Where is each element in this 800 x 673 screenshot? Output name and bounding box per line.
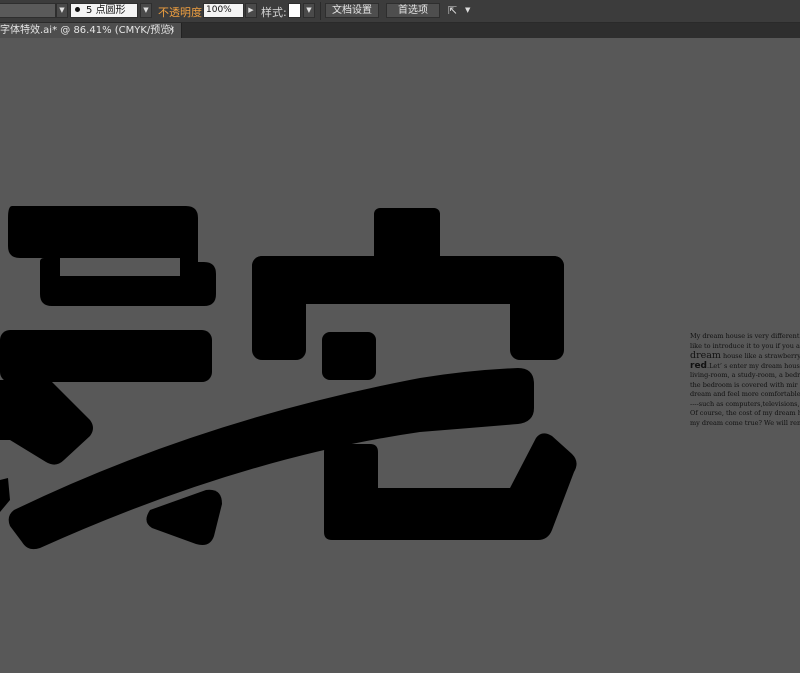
divider bbox=[320, 2, 321, 20]
text-line: ----such as computers,televisions, t bbox=[690, 399, 800, 408]
text-line: the bedroom is covered with mir bbox=[690, 380, 798, 389]
document-tab-strip: 字体特效.ai* @ 86.41% (CMYK/预览) × bbox=[0, 23, 800, 38]
document-tab-title: 字体特效.ai* @ 86.41% (CMYK/预览) bbox=[0, 25, 175, 36]
brush-dropdown[interactable]: 5 点圆形 bbox=[70, 3, 138, 18]
glyph-left-mid bbox=[0, 330, 212, 382]
glyph-right-inner bbox=[322, 332, 376, 380]
fill-dropdown-arrow[interactable]: ▼ bbox=[56, 3, 68, 18]
document-tab[interactable]: 字体特效.ai* @ 86.41% (CMYK/预览) × bbox=[0, 23, 182, 38]
arrange-icon[interactable]: ⇱ bbox=[448, 4, 457, 17]
close-icon[interactable]: × bbox=[167, 23, 175, 38]
text-line: living-room, a study-room, a bedr bbox=[690, 371, 800, 379]
style-dropdown-arrow[interactable]: ▼ bbox=[303, 3, 315, 18]
lettering-artwork[interactable] bbox=[0, 39, 800, 673]
glyph-left-low bbox=[0, 380, 93, 465]
text-line-rest: house like a strawberry bbox=[720, 352, 800, 360]
text-line: my dream come true? We will rema bbox=[690, 418, 800, 427]
brush-dropdown-arrow[interactable]: ▼ bbox=[140, 3, 152, 18]
text-line: My dream house is very different bbox=[690, 332, 800, 340]
fill-dropdown[interactable] bbox=[0, 3, 56, 18]
glyph-right-base bbox=[324, 433, 577, 540]
preferences-button[interactable]: 首选项 bbox=[386, 3, 440, 18]
artboard-text-block[interactable]: My dream house is very different like to… bbox=[690, 332, 800, 428]
text-word-dream: dream bbox=[690, 350, 721, 361]
style-label: 样式: bbox=[261, 6, 287, 19]
text-word-red: red bbox=[690, 360, 707, 371]
artboard-canvas[interactable]: My dream house is very different like to… bbox=[0, 39, 800, 673]
glyph-right-roof-right bbox=[510, 256, 564, 360]
text-line: Of course, the cost of my dream ho bbox=[690, 409, 800, 417]
control-bar: ▼ 5 点圆形 ▼ 不透明度 100% ▶ 样式: ▼ 文档设置 首选项 ⇱ ▼ bbox=[0, 0, 800, 23]
text-line: red.Let’ s enter my dream house bbox=[690, 360, 800, 372]
brush-shape: 点圆形 bbox=[95, 5, 126, 16]
opacity-input[interactable]: 100% bbox=[203, 3, 244, 18]
brush-dot-icon bbox=[75, 7, 80, 12]
opacity-slider-button[interactable]: ▶ bbox=[245, 3, 257, 18]
text-line-rest: .Let’ s enter my dream house bbox=[707, 361, 800, 370]
glyph-left-stub bbox=[0, 478, 10, 512]
text-line: dream and feel more comfortable T bbox=[690, 390, 800, 398]
style-swatch[interactable] bbox=[288, 3, 301, 18]
glyph-right-roof-left bbox=[252, 256, 306, 360]
document-setup-button[interactable]: 文档设置 bbox=[325, 3, 379, 18]
brush-size: 5 bbox=[86, 5, 93, 16]
glyph-left-top bbox=[8, 206, 216, 306]
chevron-down-icon[interactable]: ▼ bbox=[465, 6, 470, 14]
opacity-label[interactable]: 不透明度 bbox=[158, 4, 202, 20]
